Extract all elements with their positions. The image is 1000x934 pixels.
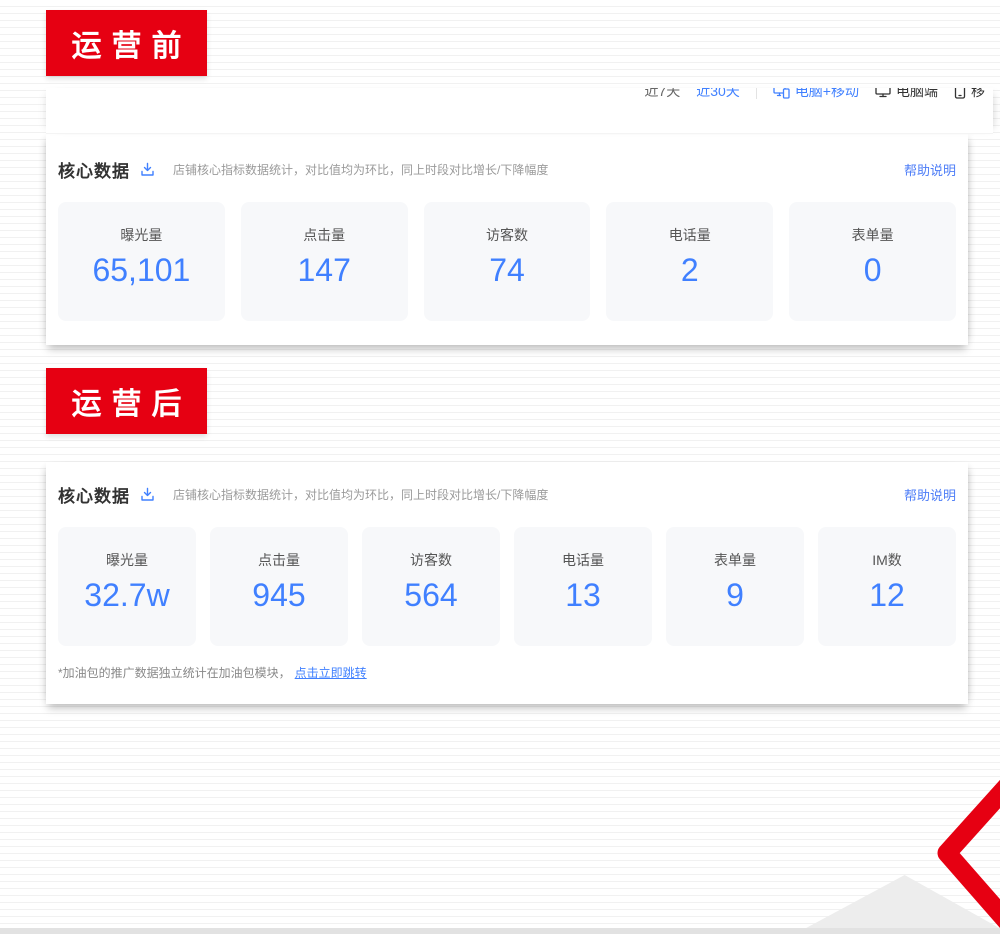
tab-last-30-days[interactable]: 近30天 (696, 88, 740, 101)
device-filter-pc[interactable]: 电脑端 (875, 88, 938, 101)
card-title: 核心数据 (58, 482, 130, 507)
metric-label: 曝光量 (58, 550, 196, 570)
core-data-card-after: 核心数据 店铺核心指标数据统计，对比值均为环比，同上时段对比增长/下降幅度 帮助… (46, 462, 968, 704)
metric-value: 12 (818, 577, 956, 614)
card-title: 核心数据 (58, 157, 130, 182)
download-icon[interactable] (140, 487, 155, 502)
metric-exposure: 曝光量 65,101 (58, 202, 225, 321)
footnote-text: *加油包的推广数据独立统计在加油包模块， (58, 666, 291, 680)
toolbar-row: 近7天 近30天 电脑+移动 电脑端 移 (644, 88, 985, 101)
banner-before-operation: 运营前 (46, 10, 207, 76)
metric-label: 访客数 (362, 550, 500, 570)
metric-clicks: 点击量 945 (210, 527, 348, 646)
tab-last-7-days[interactable]: 近7天 (644, 88, 680, 101)
computer-mobile-icon (773, 88, 790, 99)
metric-label: 电话量 (606, 225, 773, 245)
metric-visitors: 访客数 74 (424, 202, 591, 321)
metric-calls: 电话量 13 (514, 527, 652, 646)
toolbar-divider (756, 88, 757, 99)
metric-value: 32.7w (58, 577, 196, 614)
footnote-jump-link[interactable]: 点击立即跳转 (295, 666, 367, 680)
metric-label: 电话量 (514, 550, 652, 570)
metric-value: 147 (241, 252, 408, 289)
core-data-card-before: 核心数据 店铺核心指标数据统计，对比值均为环比，同上时段对比增长/下降幅度 帮助… (46, 133, 968, 345)
metric-clicks: 点击量 147 (241, 202, 408, 321)
metric-row: 曝光量 32.7w 点击量 945 访客数 564 电话量 13 表单量 9 I… (58, 527, 956, 646)
metric-calls: 电话量 2 (606, 202, 773, 321)
metric-label: 表单量 (789, 225, 956, 245)
metric-label: 曝光量 (58, 225, 225, 245)
metric-im: IM数 12 (818, 527, 956, 646)
metric-forms: 表单量 0 (789, 202, 956, 321)
metric-label: 点击量 (241, 225, 408, 245)
card-header: 核心数据 店铺核心指标数据统计，对比值均为环比，同上时段对比增长/下降幅度 帮助… (58, 482, 956, 507)
metric-value: 945 (210, 577, 348, 614)
device-filter-label: 移 (971, 88, 985, 101)
mobile-icon (954, 88, 966, 99)
bottom-band-decoration (0, 928, 1000, 934)
metric-value: 2 (606, 252, 773, 289)
metric-label: 访客数 (424, 225, 591, 245)
metric-row: 曝光量 65,101 点击量 147 访客数 74 电话量 2 表单量 0 (58, 202, 956, 321)
metric-value: 65,101 (58, 252, 225, 289)
card-description: 店铺核心指标数据统计，对比值均为环比，同上时段对比增长/下降幅度 (173, 161, 548, 178)
card-description: 店铺核心指标数据统计，对比值均为环比，同上时段对比增长/下降幅度 (173, 486, 548, 503)
metric-value: 0 (789, 252, 956, 289)
metric-forms: 表单量 9 (666, 527, 804, 646)
metric-value: 564 (362, 577, 500, 614)
metric-value: 13 (514, 577, 652, 614)
metric-visitors: 访客数 564 (362, 527, 500, 646)
help-link[interactable]: 帮助说明 (904, 485, 956, 504)
chevron-decoration (930, 775, 1000, 934)
date-device-toolbar: 近7天 近30天 电脑+移动 电脑端 移 (46, 88, 993, 134)
device-filter-label: 电脑端 (896, 88, 938, 101)
footnote: *加油包的推广数据独立统计在加油包模块， 点击立即跳转 (58, 664, 956, 681)
metric-value: 74 (424, 252, 591, 289)
device-filter-label: 电脑+移动 (795, 88, 859, 101)
metric-exposure: 曝光量 32.7w (58, 527, 196, 646)
banner-after-operation: 运营后 (46, 368, 207, 434)
help-link[interactable]: 帮助说明 (904, 160, 956, 179)
card-header: 核心数据 店铺核心指标数据统计，对比值均为环比，同上时段对比增长/下降幅度 帮助… (58, 157, 956, 182)
device-filter-pc-and-mobile[interactable]: 电脑+移动 (773, 88, 859, 101)
metric-label: IM数 (818, 550, 956, 570)
page: { "colors": { "accent_blue": "#4080ff", … (0, 0, 1000, 934)
download-icon[interactable] (140, 162, 155, 177)
device-filter-mobile-clipped[interactable]: 移 (954, 88, 985, 101)
computer-icon (875, 88, 891, 99)
metric-value: 9 (666, 577, 804, 614)
metric-label: 表单量 (666, 550, 804, 570)
metric-label: 点击量 (210, 550, 348, 570)
